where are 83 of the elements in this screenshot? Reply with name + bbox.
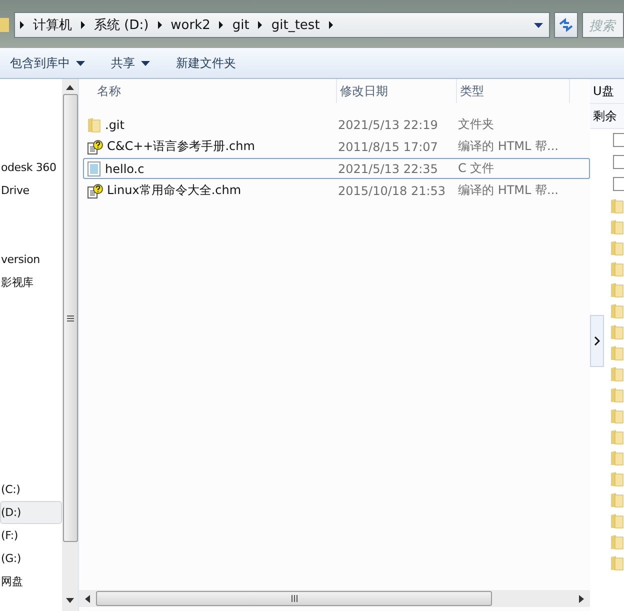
dropdown-icon[interactable] <box>534 22 543 28</box>
folder-icon <box>610 450 624 466</box>
folder-icon <box>610 428 624 444</box>
caret-icon <box>76 60 85 66</box>
refresh-icon <box>558 18 574 32</box>
file-name: .git <box>105 118 124 132</box>
folder-icon <box>610 282 624 298</box>
file-name: Linux常用命令大全.chm <box>107 182 242 199</box>
toolbar-button[interactable]: 共享 <box>111 54 150 72</box>
down-arrow-icon <box>66 598 74 603</box>
nav-item[interactable]: 影视库 <box>0 271 62 294</box>
breadcrumb[interactable]: 系统 (D:) <box>90 16 153 34</box>
column-header[interactable]: 修改日期 <box>337 79 457 103</box>
folder-icon <box>0 16 10 34</box>
folder-icon <box>610 492 624 508</box>
folder-icon <box>610 512 624 528</box>
chevron-icon <box>594 336 600 346</box>
nav-item[interactable]: (F:) <box>0 524 62 547</box>
toolbar-button[interactable]: 包含到库中 <box>10 54 85 72</box>
caret-icon <box>141 60 150 66</box>
nav-item[interactable]: odesk 360 <box>0 156 62 179</box>
breadcrumb[interactable]: git <box>228 18 254 32</box>
chevron-icon <box>17 20 27 30</box>
modified-date: 2021/5/13 22:35 <box>338 162 439 176</box>
panel-subtitle: 剩余 <box>590 104 624 129</box>
file-row[interactable]: hello.c 2021/5/13 22:35 C 文件 <box>83 158 590 179</box>
left-arrow-icon <box>85 594 90 602</box>
up-arrow-icon <box>66 85 74 90</box>
folder-icon <box>610 554 624 570</box>
horizontal-scrollbar[interactable] <box>79 590 590 607</box>
folder-icon <box>610 240 624 256</box>
folder-icon <box>610 198 624 214</box>
modified-date: 2021/5/13 22:19 <box>338 118 439 132</box>
column-header[interactable]: 类型 <box>457 79 570 103</box>
folder-icon <box>610 470 624 486</box>
modified-date: 2015/10/18 21:53 <box>338 184 447 198</box>
panel-title: U盘 <box>590 79 624 104</box>
checkbox[interactable] <box>613 133 624 147</box>
folder-icon <box>610 408 624 424</box>
vertical-scrollbar[interactable] <box>62 79 79 611</box>
folder-icon <box>610 324 624 340</box>
chevron-icon <box>78 20 88 30</box>
nav-item[interactable]: (D:) <box>0 501 62 524</box>
checkbox[interactable] <box>613 155 624 169</box>
search-field[interactable]: 搜索 <box>582 12 624 38</box>
modified-date: 2011/8/15 17:07 <box>338 140 439 154</box>
file-name: hello.c <box>105 162 144 176</box>
folder-icon <box>610 386 624 402</box>
nav-item[interactable]: Drive <box>0 179 62 202</box>
folder-icon <box>610 366 624 382</box>
refresh-button[interactable] <box>554 12 578 38</box>
nav-item[interactable]: (G:) <box>0 547 62 570</box>
nav-item[interactable]: version <box>0 248 62 271</box>
address-bar[interactable]: 计算机 系统 (D:) work2 git git_test <box>14 12 550 38</box>
file-row[interactable]: .git 2021/5/13 22:19 文件夹 <box>83 114 590 135</box>
breadcrumb[interactable]: work2 <box>166 18 214 32</box>
nav-item[interactable]: (C:) <box>0 478 62 501</box>
folder-icon <box>610 260 624 276</box>
file-row[interactable]: C&C++语言参考手册.chm 2011/8/15 17:07 编译的 HTML 帮... <box>83 136 590 157</box>
grip-icon <box>66 314 74 322</box>
breadcrumb[interactable]: git_test <box>267 18 324 32</box>
help-file-icon <box>87 138 103 154</box>
file-type: 编译的 HTML 帮... <box>458 182 560 199</box>
breadcrumb[interactable]: 计算机 <box>29 16 76 34</box>
folder-icon <box>87 116 101 132</box>
file-type: C 文件 <box>458 160 496 177</box>
column-header[interactable]: 名称 <box>79 79 337 103</box>
folder-icon <box>610 534 624 550</box>
file-type: 编译的 HTML 帮... <box>458 138 560 155</box>
toolbar-button[interactable]: 新建文件夹 <box>176 54 236 72</box>
file-type: 文件夹 <box>458 116 495 133</box>
grip-icon <box>290 595 298 602</box>
document-icon <box>87 160 101 176</box>
nav-item[interactable]: 网盘 <box>0 570 62 593</box>
folder-icon <box>610 344 624 360</box>
checkbox[interactable] <box>613 177 624 191</box>
folder-icon <box>610 218 624 234</box>
folder-icon <box>610 302 624 318</box>
right-arrow-icon <box>579 594 584 602</box>
expand-pane-button[interactable] <box>590 315 604 367</box>
file-row[interactable]: Linux常用命令大全.chm 2015/10/18 21:53 编译的 HTML 帮... <box>83 180 590 201</box>
help-file-icon <box>87 182 103 198</box>
file-name: C&C++语言参考手册.chm <box>107 138 255 155</box>
